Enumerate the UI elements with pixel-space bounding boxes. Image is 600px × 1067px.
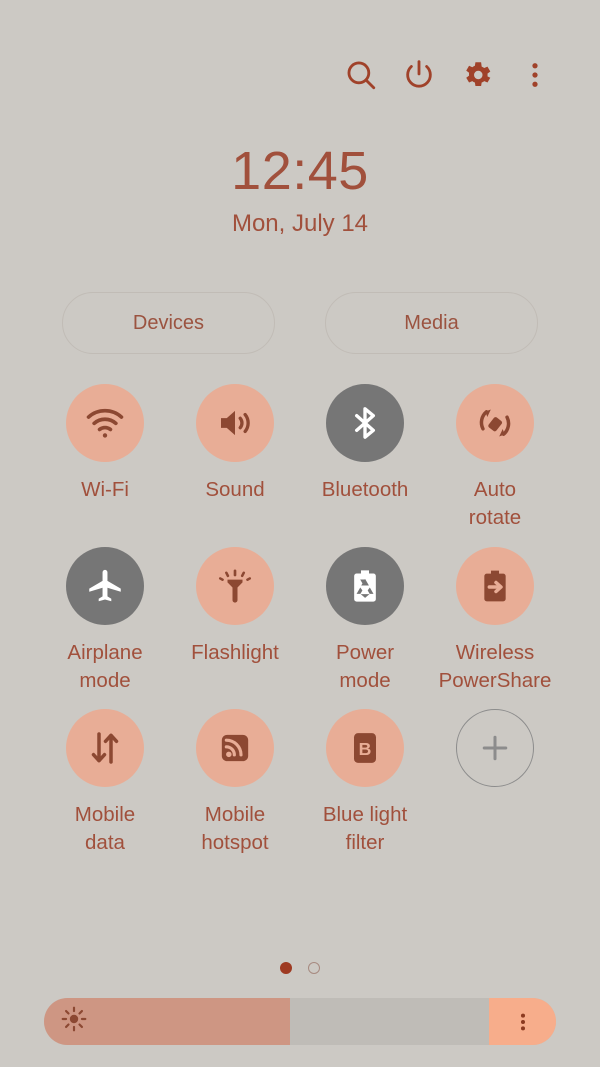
toggle-mobile-hotspot-label: Mobile hotspot [201, 803, 269, 855]
clock-date: Mon, July 14 [231, 210, 369, 237]
toggle-blue-light-filter[interactable]: B Blue light filter [300, 709, 430, 858]
toggle-mobile-data-circle[interactable] [66, 709, 144, 788]
mobile-data-icon [85, 728, 125, 768]
devices-pill[interactable]: Devices [62, 292, 275, 354]
brightness-options-segment[interactable] [489, 998, 556, 1045]
power-mode-icon [345, 566, 385, 606]
toggle-wireless-powershare-label: Wireless PowerShare [438, 640, 552, 692]
power-icon [402, 58, 436, 92]
shortcut-pills: Devices Media [0, 292, 600, 354]
media-pill[interactable]: Media [325, 292, 538, 354]
add-toggle-circle[interactable] [456, 709, 534, 788]
svg-text:B: B [359, 739, 372, 759]
toggle-bluetooth-label: Bluetooth [321, 478, 409, 501]
blue-light-filter-icon: B [345, 728, 385, 768]
toggle-blue-light-filter-circle[interactable]: B [326, 709, 404, 788]
toggle-sound-label: Sound [205, 478, 265, 501]
toggle-power-mode-label: Power mode [335, 640, 395, 692]
search-button[interactable] [332, 46, 390, 104]
clock-block[interactable]: 12:45 Mon, July 14 [0, 144, 600, 236]
toggle-airplane-mode-label: Airplane mode [67, 640, 143, 692]
sound-icon [214, 402, 256, 444]
toggle-sound-circle[interactable] [196, 384, 274, 462]
brightness-slider[interactable] [44, 998, 556, 1045]
settings-button[interactable] [448, 46, 506, 104]
toggle-bluetooth[interactable]: Bluetooth [300, 384, 430, 533]
plus-icon [476, 729, 514, 767]
toggle-auto-rotate-circle[interactable] [456, 384, 534, 462]
quick-toggle-grid: Wi-Fi Sound Bluetooth Auto rotate Airpla… [0, 384, 600, 858]
quick-settings-topbar [0, 0, 600, 150]
devices-pill-label: Devices [132, 311, 205, 334]
airplane-icon [84, 565, 126, 607]
toggle-flashlight[interactable]: Flashlight [170, 546, 300, 696]
bluetooth-icon [345, 403, 385, 443]
brightness-fill[interactable] [44, 998, 290, 1045]
power-button[interactable] [390, 46, 448, 104]
toggle-power-mode-circle[interactable] [326, 546, 404, 625]
toggle-mobile-data[interactable]: Mobile data [40, 709, 170, 858]
toggle-wifi-circle[interactable] [66, 384, 144, 462]
mobile-hotspot-icon [215, 728, 255, 768]
gear-icon [460, 58, 494, 92]
toggle-wifi[interactable]: Wi-Fi [40, 384, 170, 533]
wireless-powershare-icon [475, 566, 515, 606]
toggle-wireless-powershare[interactable]: Wireless PowerShare [430, 546, 560, 696]
page-indicator [0, 962, 600, 974]
more-vertical-icon [512, 1011, 534, 1033]
brightness-sun-icon [60, 1005, 88, 1038]
search-icon [344, 58, 378, 92]
auto-rotate-icon [474, 402, 516, 444]
toggle-sound[interactable]: Sound [170, 384, 300, 533]
toggle-airplane-mode-circle[interactable] [66, 546, 144, 625]
toggle-flashlight-circle[interactable] [196, 546, 274, 625]
toggle-power-mode[interactable]: Power mode [300, 546, 430, 696]
toggle-bluetooth-circle[interactable] [326, 384, 404, 462]
toggle-auto-rotate[interactable]: Auto rotate [430, 384, 560, 533]
clock-time: 12:45 [231, 141, 369, 201]
page-dot-2[interactable] [308, 962, 320, 974]
toggle-mobile-data-label: Mobile data [74, 803, 136, 855]
add-toggle-button[interactable] [430, 709, 560, 858]
page-dot-1[interactable] [280, 962, 292, 974]
toggle-airplane-mode[interactable]: Airplane mode [40, 546, 170, 696]
media-pill-label: Media [404, 311, 459, 334]
more-options-button[interactable] [506, 46, 564, 104]
wifi-icon [84, 402, 126, 444]
toggle-wifi-label: Wi-Fi [81, 478, 129, 501]
toggle-flashlight-label: Flashlight [191, 640, 279, 664]
more-vertical-icon [520, 60, 550, 90]
quick-settings-panel: 12:45 Mon, July 14 Devices Media Wi-Fi S… [0, 0, 600, 1067]
toggle-blue-light-filter-label: Blue light filter [322, 803, 408, 855]
toggle-auto-rotate-label: Auto rotate [468, 478, 522, 530]
toggle-mobile-hotspot-circle[interactable] [196, 709, 274, 788]
flashlight-icon [215, 566, 255, 606]
toggle-mobile-hotspot[interactable]: Mobile hotspot [170, 709, 300, 858]
toggle-wireless-powershare-circle[interactable] [456, 546, 534, 625]
